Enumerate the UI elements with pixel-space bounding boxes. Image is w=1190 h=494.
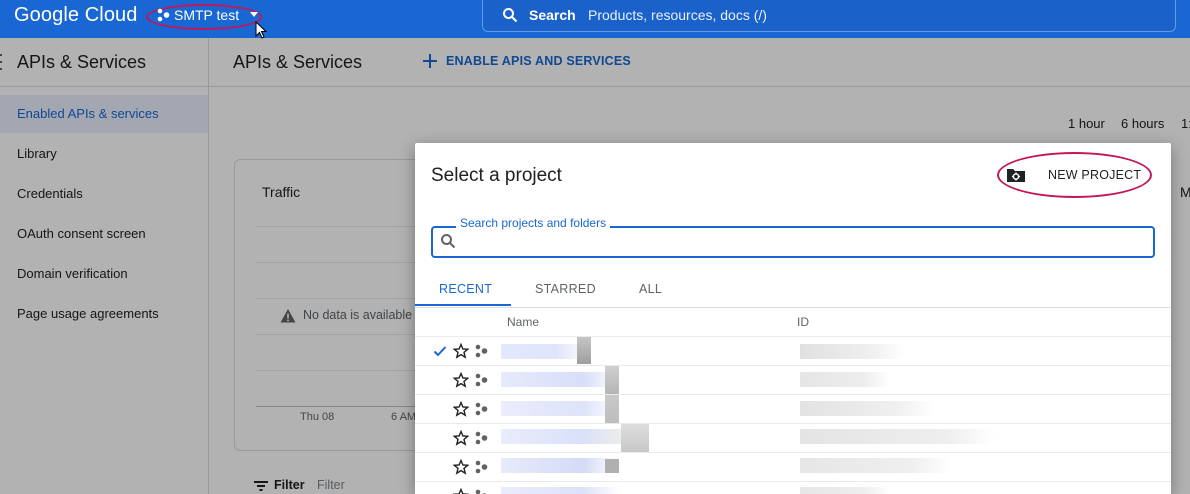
star-icon[interactable] [453,372,469,388]
redacted-name [621,424,649,452]
search-label: Search [529,7,576,23]
dialog-title: Select a project [431,165,562,186]
project-search-input[interactable] [431,226,1155,258]
redacted-name [501,401,619,416]
star-icon[interactable] [453,401,469,417]
redacted-id [800,344,905,359]
redacted-id [800,458,950,473]
tab-all[interactable]: ALL [639,282,662,296]
star-icon[interactable] [453,488,469,494]
redacted-name [501,458,619,473]
redacted-name [577,337,591,364]
project-search-label: Search projects and folders [456,216,611,230]
tab-recent[interactable]: RECENT [439,282,492,296]
project-icon [157,8,170,22]
mouse-cursor-icon [255,21,267,39]
search-placeholder[interactable]: Products, resources, docs (/) [588,7,767,23]
google-cloud-logo[interactable]: Google Cloud [14,4,138,27]
new-folder-icon[interactable] [1006,167,1026,183]
tab-starred[interactable]: STARRED [535,282,596,296]
tab-active-indicator [415,304,511,306]
table-row[interactable] [415,452,1171,481]
project-name[interactable]: SMTP test [174,7,239,23]
redacted-id [800,429,995,444]
redacted-name [501,372,619,387]
star-icon[interactable] [453,430,469,446]
search-icon [441,234,456,249]
tab-divider [415,307,1171,308]
redacted-name [605,395,619,423]
search-bar[interactable] [482,0,1176,32]
check-icon [433,346,447,357]
redacted-name [501,487,619,494]
table-row[interactable] [415,481,1171,494]
select-project-dialog: Select a project NEW PROJECT Search proj… [415,143,1171,494]
new-project-button[interactable]: NEW PROJECT [1048,168,1141,182]
redacted-id [800,372,890,387]
project-icon [475,344,488,358]
project-icon [475,460,488,474]
redacted-id [800,487,890,494]
redacted-name [605,459,619,473]
search-icon [503,8,518,23]
table-row[interactable] [415,336,1171,365]
project-icon [475,431,488,445]
star-icon[interactable] [453,459,469,475]
project-icon [475,489,487,494]
table-row[interactable] [415,423,1171,452]
column-header-id: ID [797,315,809,329]
star-icon[interactable] [453,343,469,359]
redacted-id [800,401,935,416]
table-row[interactable] [415,394,1171,423]
project-icon [475,373,488,387]
project-icon [475,402,488,416]
chevron-down-icon[interactable] [250,12,258,17]
table-row[interactable] [415,365,1171,394]
redacted-name [605,366,619,394]
column-header-name: Name [507,315,540,329]
